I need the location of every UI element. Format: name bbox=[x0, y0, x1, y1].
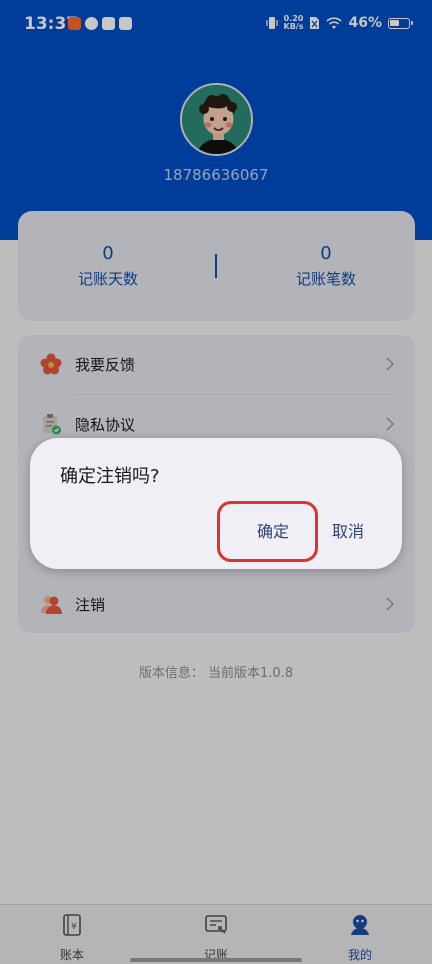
confirm-button[interactable]: 确定 bbox=[234, 512, 312, 552]
dialog-title: 确定注销吗? bbox=[60, 466, 160, 487]
cancel-button[interactable]: 取消 bbox=[312, 512, 384, 552]
confirm-dialog: 确定注销吗? 确定 取消 bbox=[30, 438, 402, 569]
